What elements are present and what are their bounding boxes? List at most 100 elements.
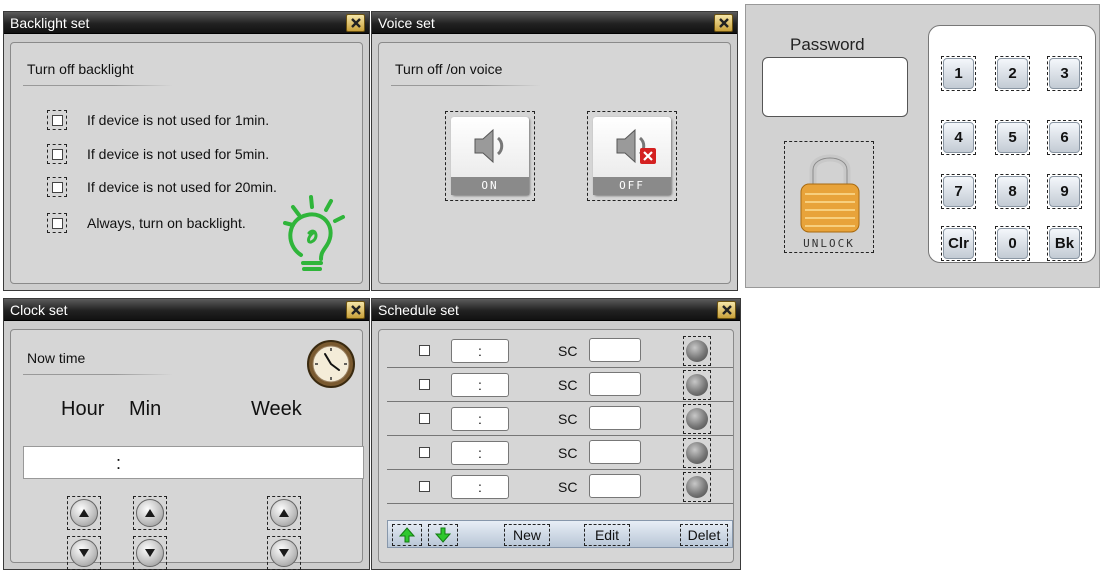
schedule-row-checkbox[interactable] (419, 481, 430, 492)
key-8[interactable]: 8 (995, 174, 1030, 209)
key-2[interactable]: 2 (995, 56, 1030, 91)
backlight-option-always-checkbox[interactable] (47, 213, 67, 233)
schedule-row: : SC (387, 334, 733, 368)
schedule-sc-label: SC (558, 377, 578, 393)
schedule-row-checkbox[interactable] (419, 447, 430, 458)
voice-on-button[interactable]: ON (445, 111, 535, 201)
password-field[interactable] (762, 57, 908, 117)
backlight-set-titlebar: Backlight set (4, 12, 369, 34)
backlight-option-1min-label: If device is not used for 1min. (87, 112, 270, 128)
schedule-time-field[interactable]: : (451, 373, 509, 397)
move-down-button[interactable] (428, 524, 458, 546)
schedule-sc-field[interactable] (589, 474, 641, 498)
week-up-button[interactable] (267, 496, 301, 530)
arrow-up-icon (79, 509, 89, 517)
key-0[interactable]: 0 (995, 226, 1030, 261)
schedule-row-checkbox[interactable] (419, 413, 430, 424)
key-4[interactable]: 4 (941, 120, 976, 155)
schedule-time-field[interactable]: : (451, 407, 509, 431)
key-clear[interactable]: Clr (941, 226, 976, 261)
schedule-sc-label: SC (558, 479, 578, 495)
schedule-sc-field[interactable] (589, 338, 641, 362)
voice-on-label: ON (451, 177, 529, 195)
key-6[interactable]: 6 (1047, 120, 1082, 155)
led-indicator-icon (686, 340, 708, 362)
hour-up-button[interactable] (67, 496, 101, 530)
key-1[interactable]: 1 (941, 56, 976, 91)
new-button[interactable]: New (504, 524, 550, 546)
schedule-close-button[interactable] (717, 301, 736, 319)
backlight-close-button[interactable] (346, 14, 365, 32)
schedule-sc-label: SC (558, 445, 578, 461)
close-icon (350, 305, 361, 315)
schedule-time-field[interactable]: : (451, 339, 509, 363)
unlock-label: UNLOCK (803, 237, 855, 250)
schedule-sc-field[interactable] (589, 440, 641, 464)
clock-close-button[interactable] (346, 301, 365, 319)
backlight-option-5min-checkbox[interactable] (47, 144, 67, 164)
arrow-down-icon (435, 527, 451, 543)
password-panel: Password UNLOCK 1 2 3 4 5 6 7 8 9 Clr 0 … (745, 4, 1100, 288)
led-indicator-icon (686, 408, 708, 430)
week-down-button[interactable] (267, 536, 301, 570)
key-3[interactable]: 3 (1047, 56, 1082, 91)
voice-section-divider (391, 85, 541, 86)
clock-section-divider (23, 374, 173, 375)
clock-set-title: Clock set (10, 302, 68, 318)
unlock-button[interactable]: UNLOCK (784, 141, 874, 253)
schedule-time-field[interactable]: : (451, 475, 509, 499)
mute-x-icon (640, 148, 656, 164)
voice-set-panel: Voice set Turn off /on voice ON OFF (371, 11, 738, 291)
arrow-down-icon (79, 549, 89, 557)
min-down-button[interactable] (133, 536, 167, 570)
voice-section-title: Turn off /on voice (395, 61, 503, 77)
edit-button[interactable]: Edit (584, 524, 630, 546)
backlight-section-title: Turn off backlight (27, 61, 134, 77)
delete-button[interactable]: Delet (680, 524, 728, 546)
hour-label: Hour (61, 398, 105, 420)
schedule-row: : SC (387, 436, 733, 470)
voice-content: Turn off /on voice ON OFF (378, 42, 731, 284)
voice-set-title: Voice set (378, 15, 435, 31)
voice-close-button[interactable] (714, 14, 733, 32)
backlight-section-divider (23, 85, 173, 86)
backlight-set-title: Backlight set (10, 15, 90, 31)
clock-set-titlebar: Clock set (4, 299, 369, 321)
schedule-sc-field[interactable] (589, 406, 641, 430)
schedule-status-button[interactable] (683, 370, 711, 400)
schedule-status-button[interactable] (683, 404, 711, 434)
close-icon (350, 18, 361, 28)
key-9[interactable]: 9 (1047, 174, 1082, 209)
lightbulb-icon (283, 195, 345, 271)
schedule-row-checkbox[interactable] (419, 379, 430, 390)
clock-content: Now time Hour Min Week : (10, 329, 364, 570)
arrow-down-icon (145, 549, 155, 557)
voice-set-titlebar: Voice set (372, 12, 737, 34)
key-5[interactable]: 5 (995, 120, 1030, 155)
min-label: Min (129, 398, 162, 420)
schedule-row-checkbox[interactable] (419, 345, 430, 356)
backlight-content: Turn off backlight If device is not used… (10, 42, 363, 284)
hour-down-button[interactable] (67, 536, 101, 570)
schedule-status-button[interactable] (683, 472, 711, 502)
key-7[interactable]: 7 (941, 174, 976, 209)
min-up-button[interactable] (133, 496, 167, 530)
schedule-set-panel: Schedule set : SC : SC : SC : SC: SC Ne… (371, 298, 741, 570)
schedule-set-title: Schedule set (378, 302, 459, 318)
schedule-time-field[interactable]: : (451, 441, 509, 465)
backlight-option-1min-checkbox[interactable] (47, 110, 67, 130)
move-up-button[interactable] (392, 524, 422, 546)
schedule-sc-field[interactable] (589, 372, 641, 396)
arrow-down-icon (279, 549, 289, 557)
schedule-status-button[interactable] (683, 438, 711, 468)
backlight-option-20min-checkbox[interactable] (47, 177, 67, 197)
voice-off-label: OFF (593, 177, 671, 195)
speaker-icon (474, 128, 504, 164)
arrow-up-icon (145, 509, 155, 517)
keypad: 1 2 3 4 5 6 7 8 9 Clr 0 Bk (928, 25, 1096, 263)
arrow-up-icon (279, 509, 289, 517)
backlight-option-5min-label: If device is not used for 5min. (87, 146, 270, 162)
schedule-status-button[interactable] (683, 336, 711, 366)
key-backspace[interactable]: Bk (1047, 226, 1082, 261)
voice-off-button[interactable]: OFF (587, 111, 677, 201)
